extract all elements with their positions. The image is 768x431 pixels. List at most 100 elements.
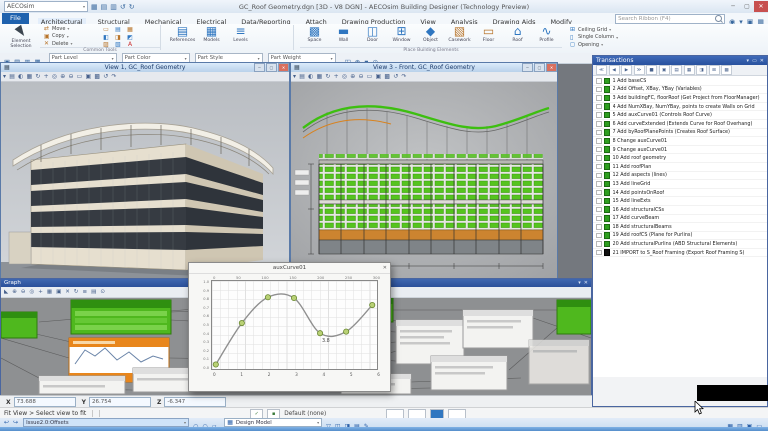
script-icon[interactable]: ⊞ (708, 65, 720, 75)
view-menu-icon[interactable]: ▦ (294, 64, 300, 71)
zoom-in-icon[interactable]: ⊕ (350, 73, 355, 80)
tool-levels[interactable]: ≡ Levels (226, 24, 255, 43)
zoom-out-icon[interactable]: ⊖ (21, 289, 26, 295)
step-back-icon[interactable]: ◀ (608, 65, 620, 75)
transaction-row[interactable]: 7 Add byRoofPlanePoints (Creates Roof Su… (593, 129, 767, 138)
rotate-view-icon[interactable]: ↻ (35, 73, 40, 80)
curve-control-point[interactable] (212, 361, 219, 368)
expander-icon[interactable] (596, 232, 602, 239)
check-icon[interactable]: ✓ (250, 408, 264, 419)
expander-icon[interactable] (596, 206, 602, 213)
expander-icon[interactable] (596, 198, 602, 204)
record-icon[interactable]: ▣ (658, 65, 670, 75)
split-icon[interactable]: ◨ (696, 65, 707, 75)
modify-icon[interactable]: ◧ (100, 34, 112, 42)
z-coordinate-field[interactable] (164, 397, 227, 407)
adjust-colors-icon[interactable]: ▦ (317, 73, 323, 80)
transaction-row[interactable]: 2 Add Offset, XBay, YBay (Variables) (593, 86, 767, 95)
break-icon[interactable]: ◨ (112, 34, 124, 42)
snapshot-icon[interactable]: ▤ (671, 65, 682, 75)
group-nodes-icon[interactable]: ▣ (56, 289, 61, 295)
lock-icon[interactable]: ▪ (267, 408, 281, 419)
view-next-icon[interactable]: ↷ (111, 73, 116, 80)
transaction-row[interactable]: 5 Add auxCurve01 (Controls Roof Curve) (593, 111, 767, 120)
expander-icon[interactable] (596, 215, 602, 222)
window-area-icon[interactable]: ▭ (367, 73, 373, 80)
clip-volume-icon[interactable]: ▩ (384, 73, 390, 80)
adjust-colors-icon[interactable]: ▦ (27, 73, 33, 80)
tool-copy[interactable]: ▣ Copy ▾ (44, 33, 96, 41)
x-coordinate-field[interactable] (13, 397, 76, 407)
transaction-row[interactable]: 17 Add curveBeam (593, 215, 767, 224)
curve-control-point[interactable] (264, 294, 271, 301)
rewind-icon[interactable]: ≪ (596, 65, 607, 75)
transaction-row[interactable]: 4 Add NumXBay, NumYBay, points to create… (593, 103, 767, 112)
zoom-out-icon[interactable]: ⊖ (68, 73, 73, 80)
panel-menu-icon[interactable]: ▾ (578, 280, 581, 286)
play-icon[interactable]: ▶ (621, 65, 632, 75)
expander-icon[interactable] (596, 224, 602, 230)
expander-icon[interactable] (596, 138, 602, 144)
model-combo[interactable]: ▦ Design Model ▾ (224, 418, 323, 427)
tool-move[interactable]: ⇄ Move ▾ (44, 25, 96, 33)
transaction-row[interactable]: 21 IMPORT to S_Roof Framing (Export Roof… (593, 249, 767, 258)
status-extra-icon[interactable] (448, 408, 467, 419)
ribbon-tab-file[interactable]: File (2, 13, 29, 24)
expander-icon[interactable] (596, 78, 602, 84)
view-menu-icon[interactable]: ▾ (293, 73, 296, 80)
tool-models[interactable]: ▦ Models (197, 24, 226, 43)
curve-control-point[interactable] (238, 320, 245, 327)
pin-icon[interactable]: ▭ (752, 58, 757, 64)
expander-icon[interactable] (596, 103, 602, 110)
fence-icon[interactable]: ▭ (100, 26, 112, 34)
drop-element-icon[interactable]: ▤ (112, 26, 124, 34)
zoom-in-icon[interactable]: ⊕ (12, 289, 17, 295)
view-menu-icon[interactable]: ▾ (3, 73, 6, 80)
tool-space[interactable]: ▩ Space (300, 24, 329, 43)
curve-control-point[interactable] (317, 330, 324, 337)
tool-door[interactable]: ◫ Door (358, 24, 387, 43)
fence-status-icon[interactable] (408, 408, 427, 419)
tool-ceiling-grid[interactable]: ⊞ Ceiling Grid ▾ (570, 26, 628, 34)
transaction-row[interactable]: 9 Change auxCurve01 (593, 146, 767, 155)
expander-icon[interactable] (596, 95, 602, 101)
transaction-row[interactable]: 13 Add lineGrid (593, 180, 767, 189)
refresh-graph-icon[interactable]: ↻ (74, 289, 79, 295)
transaction-row[interactable]: 14 Add pointsOnRoof (593, 189, 767, 198)
expander-icon[interactable] (596, 181, 602, 187)
copy-view-icon[interactable]: ▣ (86, 73, 92, 80)
transaction-row[interactable]: 8 Change auxCurve01 (593, 137, 767, 146)
node-types-icon[interactable]: ▤ (91, 289, 96, 295)
view-minimize-button[interactable]: ─ (254, 63, 265, 72)
tool-window[interactable]: ⊞ Window (387, 24, 416, 43)
view-maximize-button[interactable]: ▢ (266, 63, 277, 72)
display-style-icon[interactable]: ◐ (18, 73, 23, 80)
transaction-row[interactable]: 6 Add curveExtended (Extends Curve for R… (593, 120, 767, 129)
pan-view-icon[interactable]: + (44, 73, 49, 80)
copy-view-icon[interactable]: ▣ (376, 73, 382, 80)
layout-icon[interactable]: ▦ (683, 65, 695, 75)
transaction-row[interactable]: 11 Add roofPlan (593, 163, 767, 172)
zoom-in-icon[interactable]: ⊕ (60, 73, 65, 80)
transactions-title-bar[interactable]: Transactions ▾ ▭ ✕ (593, 56, 767, 65)
tool-single-column[interactable]: ▯ Single Column ▾ (570, 34, 628, 42)
view-close-button[interactable]: ✕ (278, 63, 289, 72)
forward-icon[interactable]: ↪ (13, 419, 18, 426)
transaction-row[interactable]: 20 Add structuralPurlins (ABD Structural… (593, 240, 767, 249)
dgn-status-icon[interactable] (430, 408, 445, 419)
element-selection-button[interactable]: Element Selection (3, 24, 39, 51)
window-area-icon[interactable]: ▭ (77, 73, 83, 80)
tool-roof[interactable]: ⌂ Roof (503, 24, 532, 43)
tool-profile[interactable]: ∿ Profile (532, 24, 561, 43)
pan-view-icon[interactable]: + (334, 73, 339, 80)
view-maximize-button[interactable]: ▢ (534, 63, 545, 72)
rotate-view-icon[interactable]: ↻ (325, 73, 330, 80)
close-icon[interactable]: ✕ (383, 265, 390, 271)
tool-wall[interactable]: ▬ Wall (329, 24, 358, 43)
view1-title-bar[interactable]: ▦ View 1, GC_Roof Geometry ─ ▢ ✕ (1, 63, 289, 72)
expander-icon[interactable] (596, 189, 602, 196)
tool-references[interactable]: ▤ References (168, 24, 197, 43)
expander-icon[interactable] (596, 86, 602, 93)
transaction-row[interactable]: 18 Add structuralBeams (593, 223, 767, 232)
fit-graph-icon[interactable]: ◎ (29, 289, 34, 295)
